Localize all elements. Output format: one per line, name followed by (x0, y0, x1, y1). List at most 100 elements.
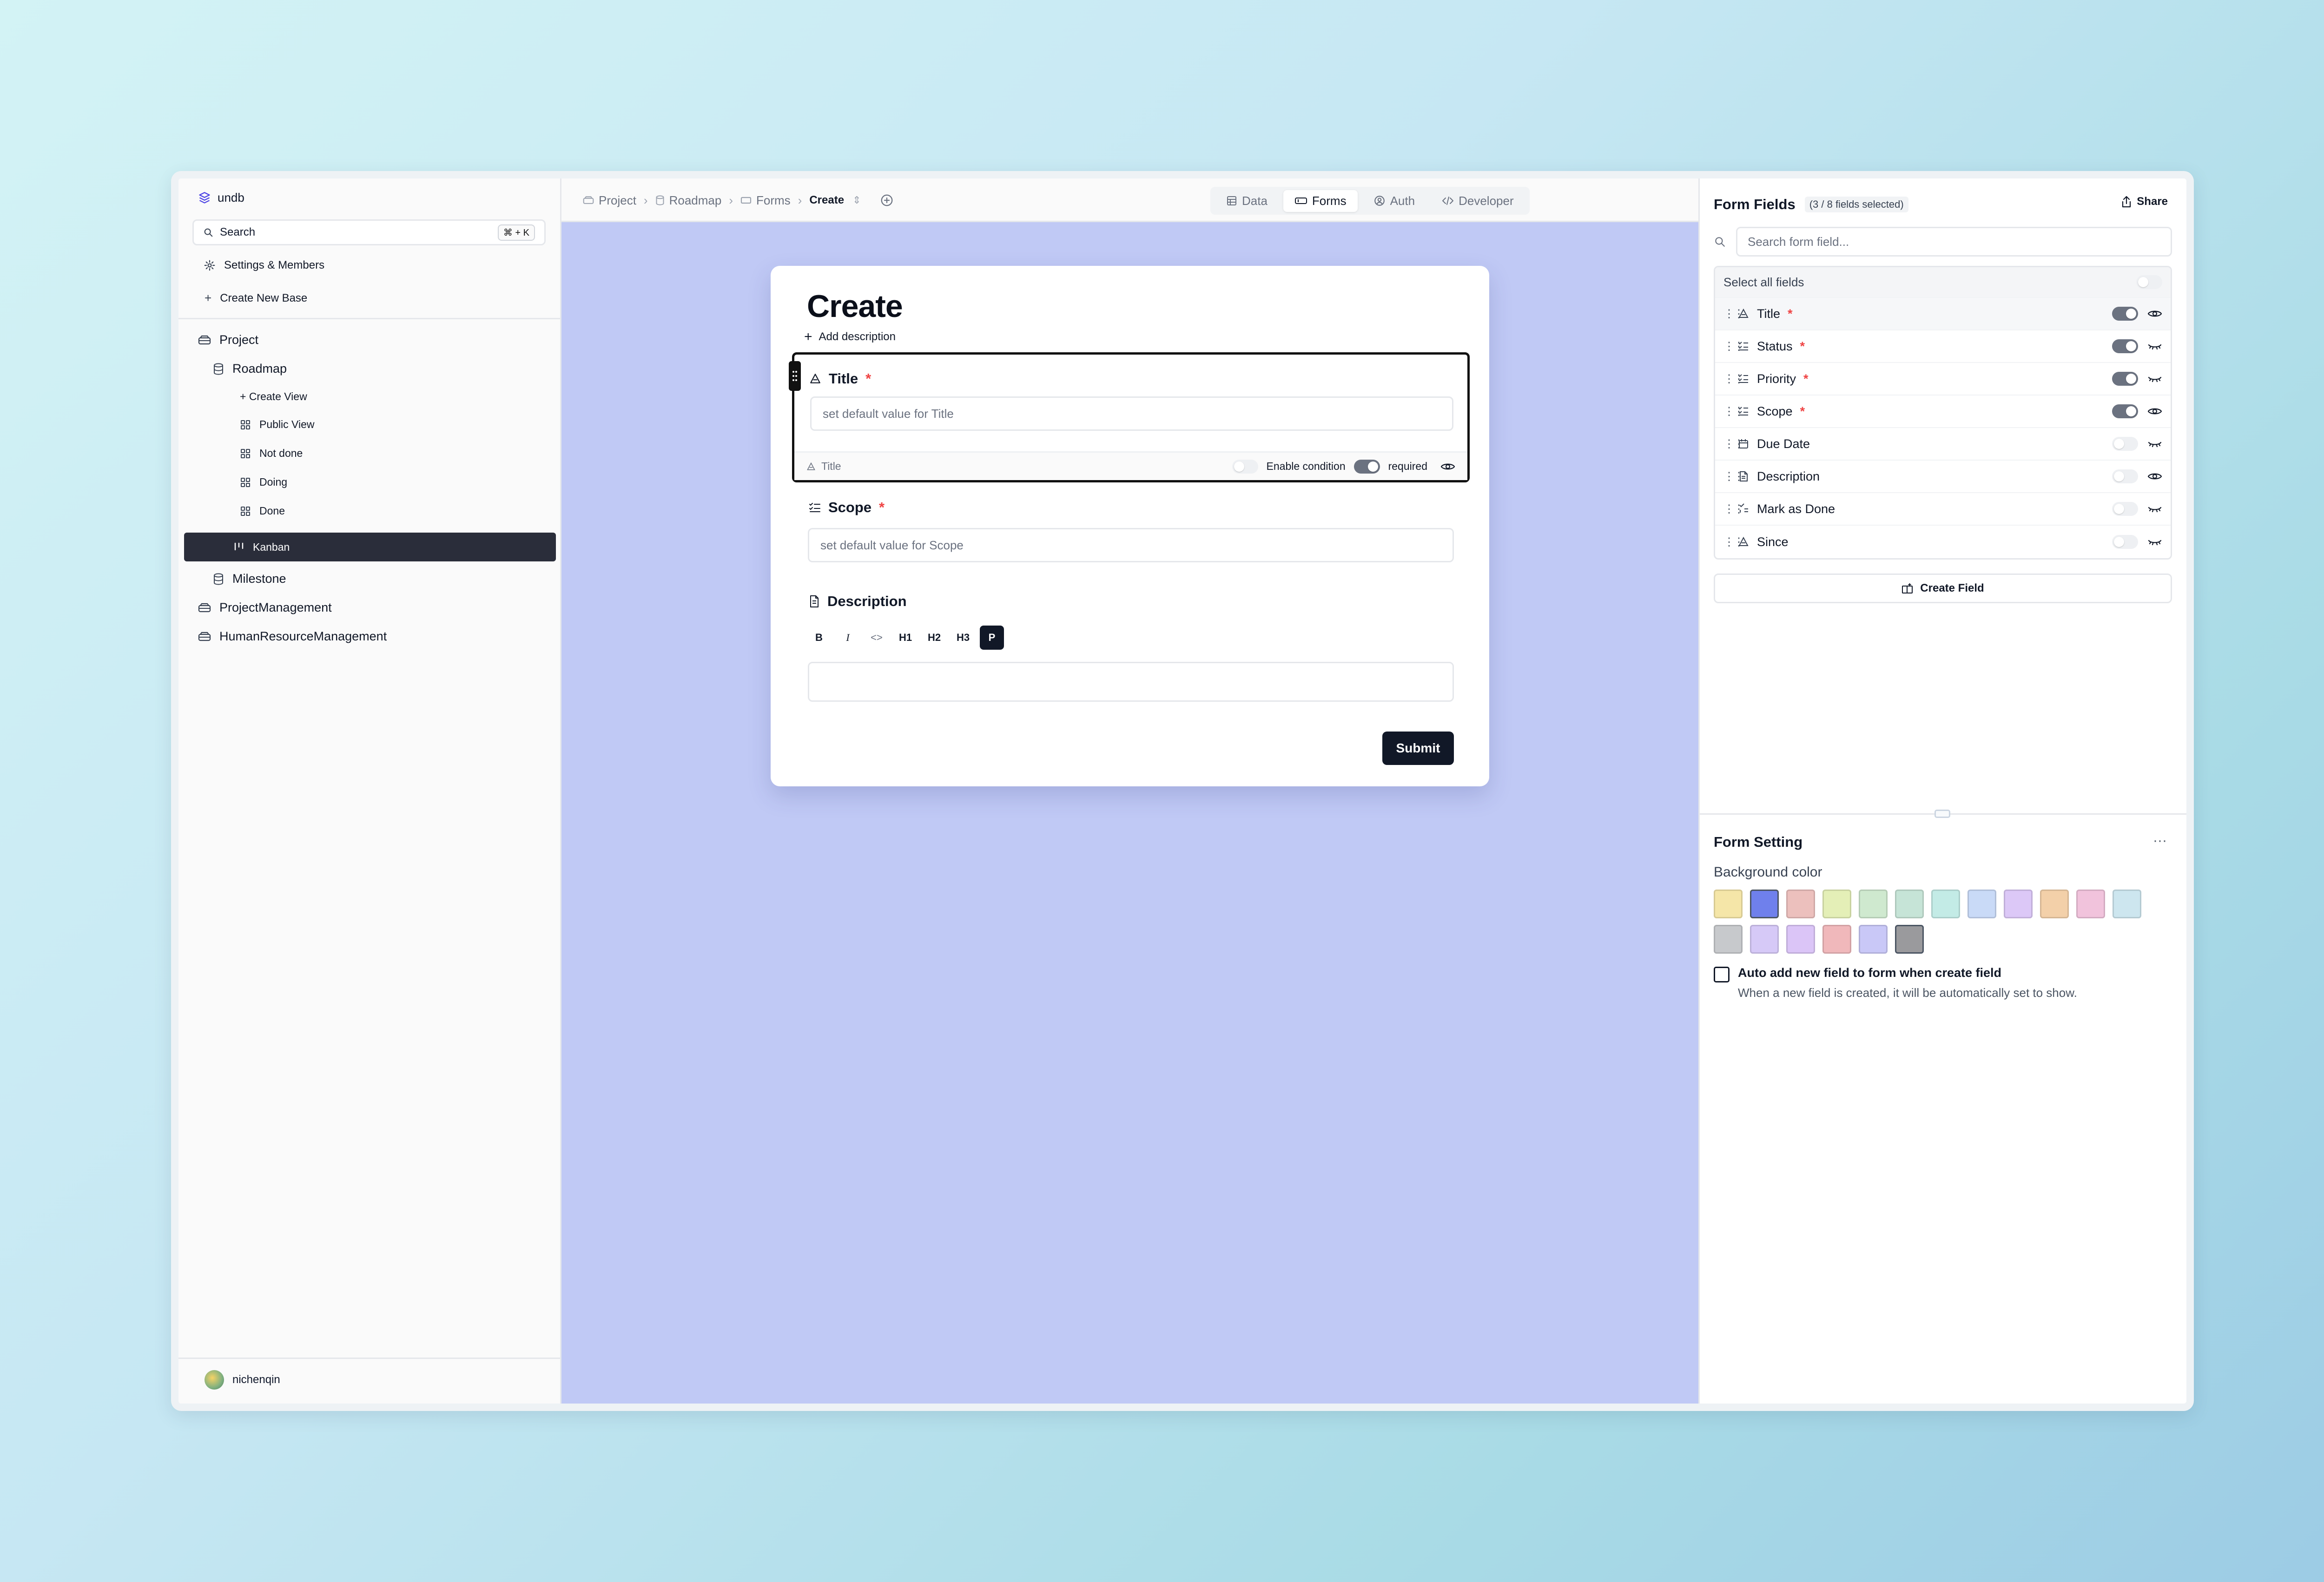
breadcrumb-roadmap[interactable]: Roadmap (655, 193, 721, 208)
required-toggle[interactable] (1353, 459, 1380, 474)
scope-default-input[interactable]: set default value for Scope (808, 528, 1454, 562)
eye-icon[interactable] (2147, 471, 2162, 482)
select-all-toggle[interactable] (2136, 275, 2162, 289)
show-field-toggle[interactable] (2112, 404, 2138, 418)
settings-members[interactable]: Settings & Members (204, 259, 324, 272)
color-swatch[interactable] (1786, 925, 1815, 954)
color-swatch[interactable] (1714, 890, 1743, 918)
sidebar-table-milestone[interactable]: Milestone (213, 572, 286, 586)
sidebar-base-project[interactable]: Project (198, 333, 258, 347)
bold-button[interactable]: B (807, 626, 831, 650)
color-swatch[interactable] (1750, 925, 1779, 954)
sidebar-search[interactable]: Search ⌘ + K (192, 219, 546, 245)
color-swatch[interactable] (2076, 890, 2105, 918)
add-description-button[interactable]: + Add description (804, 329, 896, 345)
sidebar-view-kanban[interactable]: Kanban (184, 533, 556, 561)
sidebar-table-roadmap[interactable]: Roadmap (213, 362, 287, 376)
eye-closed-icon[interactable] (2147, 373, 2162, 384)
color-swatch[interactable] (2004, 890, 2033, 918)
color-swatch[interactable] (1822, 925, 1851, 954)
more-options-icon[interactable]: ··· (2153, 833, 2167, 849)
drag-grip-icon[interactable]: ⋮⋮ (1723, 535, 1744, 549)
form-field-row[interactable]: ⋮⋮ Description (1715, 461, 2171, 493)
resize-handle[interactable] (1934, 810, 1950, 818)
brand[interactable]: undb (198, 191, 244, 205)
color-swatch[interactable] (2113, 890, 2141, 918)
eye-closed-icon[interactable] (2147, 438, 2162, 449)
create-field-button[interactable]: Create Field (1714, 573, 2172, 603)
form-field-title[interactable]: Title * set default value for Title Titl… (789, 352, 1470, 482)
drag-grip-icon[interactable]: ⋮⋮ (1723, 470, 1744, 483)
tab-developer[interactable]: Developer (1431, 190, 1525, 212)
color-swatch[interactable] (1895, 890, 1924, 918)
eye-closed-icon[interactable] (2147, 536, 2162, 547)
title-default-input[interactable]: set default value for Title (810, 396, 1453, 431)
color-swatch[interactable] (1750, 890, 1779, 918)
sidebar-base-project-management[interactable]: ProjectManagement (198, 600, 332, 615)
drag-grip-icon[interactable]: ⋮⋮ (1723, 437, 1744, 451)
breadcrumb-project[interactable]: Project (583, 193, 636, 208)
breadcrumb-current[interactable]: Create ⇕ (809, 194, 861, 207)
color-swatch[interactable] (1714, 925, 1743, 954)
sidebar-view-not-done[interactable]: Not done (240, 447, 303, 460)
tab-auth[interactable]: Auth (1362, 190, 1426, 212)
eye-icon[interactable] (2147, 308, 2162, 319)
form-field-row[interactable]: ⋮⋮ Since (1715, 526, 2171, 558)
drag-grip-icon[interactable]: ⋮⋮ (1723, 307, 1744, 321)
submit-button[interactable]: Submit (1382, 732, 1454, 765)
show-field-toggle[interactable] (2112, 502, 2138, 516)
h3-button[interactable]: H3 (951, 626, 975, 650)
sidebar-view-done[interactable]: Done (240, 505, 285, 517)
share-button[interactable]: Share (2121, 195, 2168, 208)
code-button[interactable]: <> (865, 626, 889, 650)
show-field-toggle[interactable] (2112, 535, 2138, 549)
drag-grip-icon[interactable]: ⋮⋮ (1723, 405, 1744, 418)
form-title[interactable]: Create (807, 288, 903, 324)
form-field-row[interactable]: ⋮⋮ Title * (1715, 298, 2171, 330)
color-swatch[interactable] (1967, 890, 1996, 918)
form-field-row[interactable]: ⋮⋮ Priority * (1715, 363, 2171, 396)
color-swatch[interactable] (1931, 890, 1960, 918)
tab-forms[interactable]: Forms (1283, 190, 1358, 212)
form-field-row[interactable]: ⋮⋮ Status * (1715, 330, 2171, 363)
color-swatch[interactable] (1895, 925, 1924, 954)
form-field-row[interactable]: ⋮⋮ Mark as Done (1715, 493, 2171, 526)
show-field-toggle[interactable] (2112, 469, 2138, 483)
show-field-toggle[interactable] (2112, 307, 2138, 321)
field-search-input[interactable]: Search form field... (1736, 227, 2172, 257)
color-swatch[interactable] (1859, 890, 1888, 918)
form-field-row[interactable]: ⋮⋮ Due Date (1715, 428, 2171, 461)
h2-button[interactable]: H2 (922, 626, 946, 650)
h1-button[interactable]: H1 (893, 626, 918, 650)
italic-button[interactable]: I (836, 626, 860, 650)
eye-icon[interactable] (1440, 461, 1455, 472)
sidebar-base-hr-management[interactable]: HumanResourceManagement (198, 629, 387, 644)
sidebar-view-public[interactable]: Public View (240, 418, 314, 431)
sidebar-view-doing[interactable]: Doing (240, 476, 287, 488)
color-swatch[interactable] (1786, 890, 1815, 918)
drag-grip-icon[interactable]: ⋮⋮ (1723, 372, 1744, 386)
tab-data[interactable]: Data (1215, 190, 1279, 212)
eye-icon[interactable] (2147, 406, 2162, 417)
form-field-row[interactable]: ⋮⋮ Scope * (1715, 396, 2171, 428)
show-field-toggle[interactable] (2112, 437, 2138, 451)
add-circle-icon[interactable] (880, 193, 894, 207)
color-swatch[interactable] (1822, 890, 1851, 918)
sidebar-create-view[interactable]: + Create View (240, 390, 307, 403)
create-new-base[interactable]: + Create New Base (205, 291, 307, 305)
color-swatch[interactable] (1859, 925, 1888, 954)
condition-toggle[interactable] (1232, 459, 1258, 474)
user-menu[interactable]: nichenqin (205, 1370, 280, 1390)
eye-closed-icon[interactable] (2147, 503, 2162, 514)
color-swatch[interactable] (2040, 890, 2069, 918)
drag-grip-icon[interactable]: ⋮⋮ (1723, 502, 1744, 516)
description-editor[interactable] (808, 662, 1454, 702)
drag-grip-icon[interactable]: ⋮⋮ (1723, 340, 1744, 353)
breadcrumb-forms[interactable]: Forms (740, 193, 791, 208)
auto-add-checkbox[interactable] (1714, 967, 1730, 982)
drag-handle-icon[interactable] (789, 361, 801, 391)
show-field-toggle[interactable] (2112, 372, 2138, 386)
eye-closed-icon[interactable] (2147, 341, 2162, 352)
paragraph-button[interactable]: P (980, 626, 1004, 650)
show-field-toggle[interactable] (2112, 339, 2138, 353)
